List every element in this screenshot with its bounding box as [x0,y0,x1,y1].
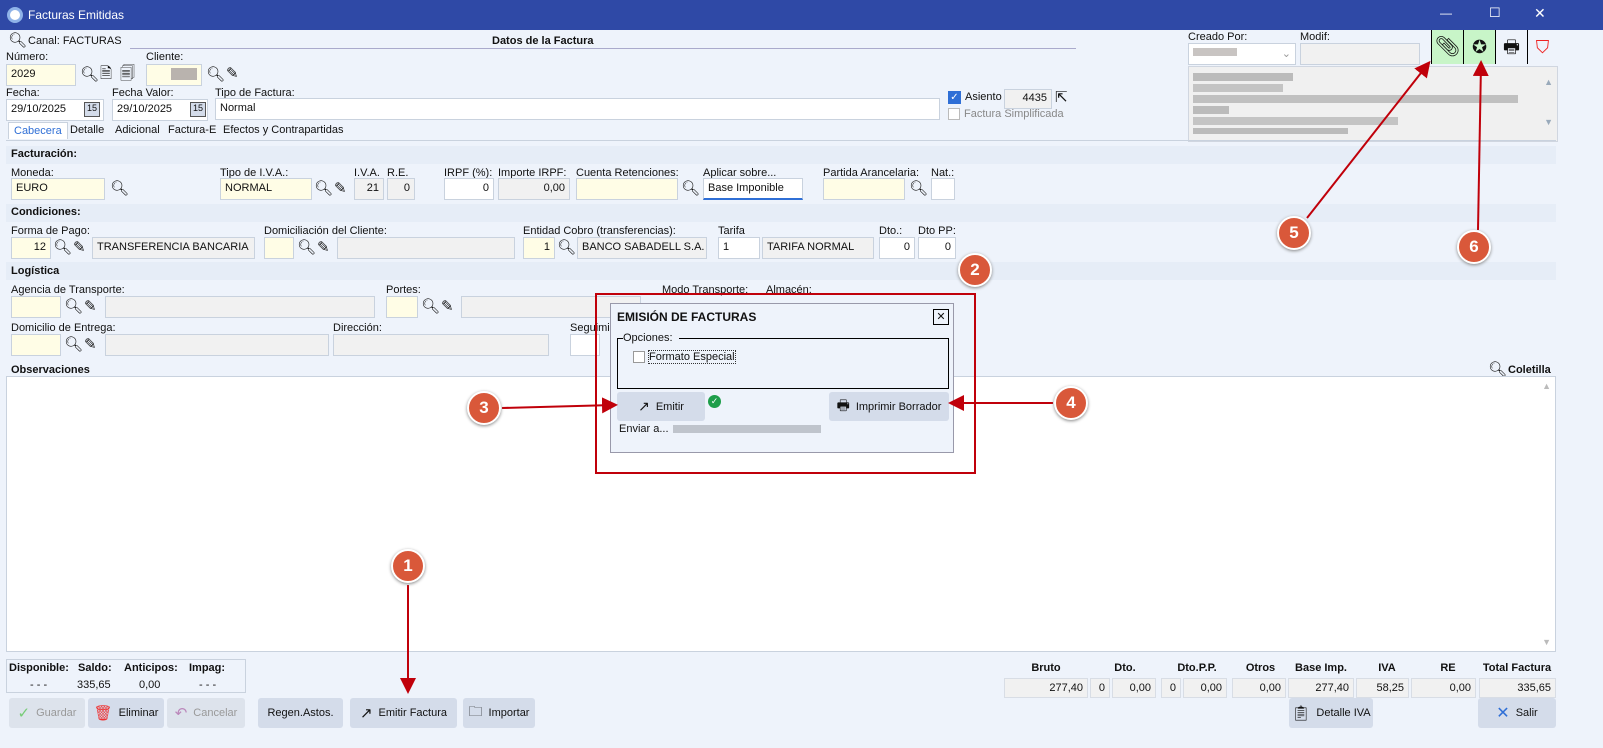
annotation-4: 4 [1054,386,1088,420]
annotation-2: 2 [958,253,992,287]
annotation-1: 1 [391,549,425,583]
annotation-6: 6 [1457,230,1491,264]
annotation-5: 5 [1277,216,1311,250]
annotation-3: 3 [467,391,501,425]
arrow-5 [1306,60,1431,219]
arrow-6 [1472,60,1489,231]
annotation-arrows [400,60,1489,694]
arrow-3 [501,397,618,414]
